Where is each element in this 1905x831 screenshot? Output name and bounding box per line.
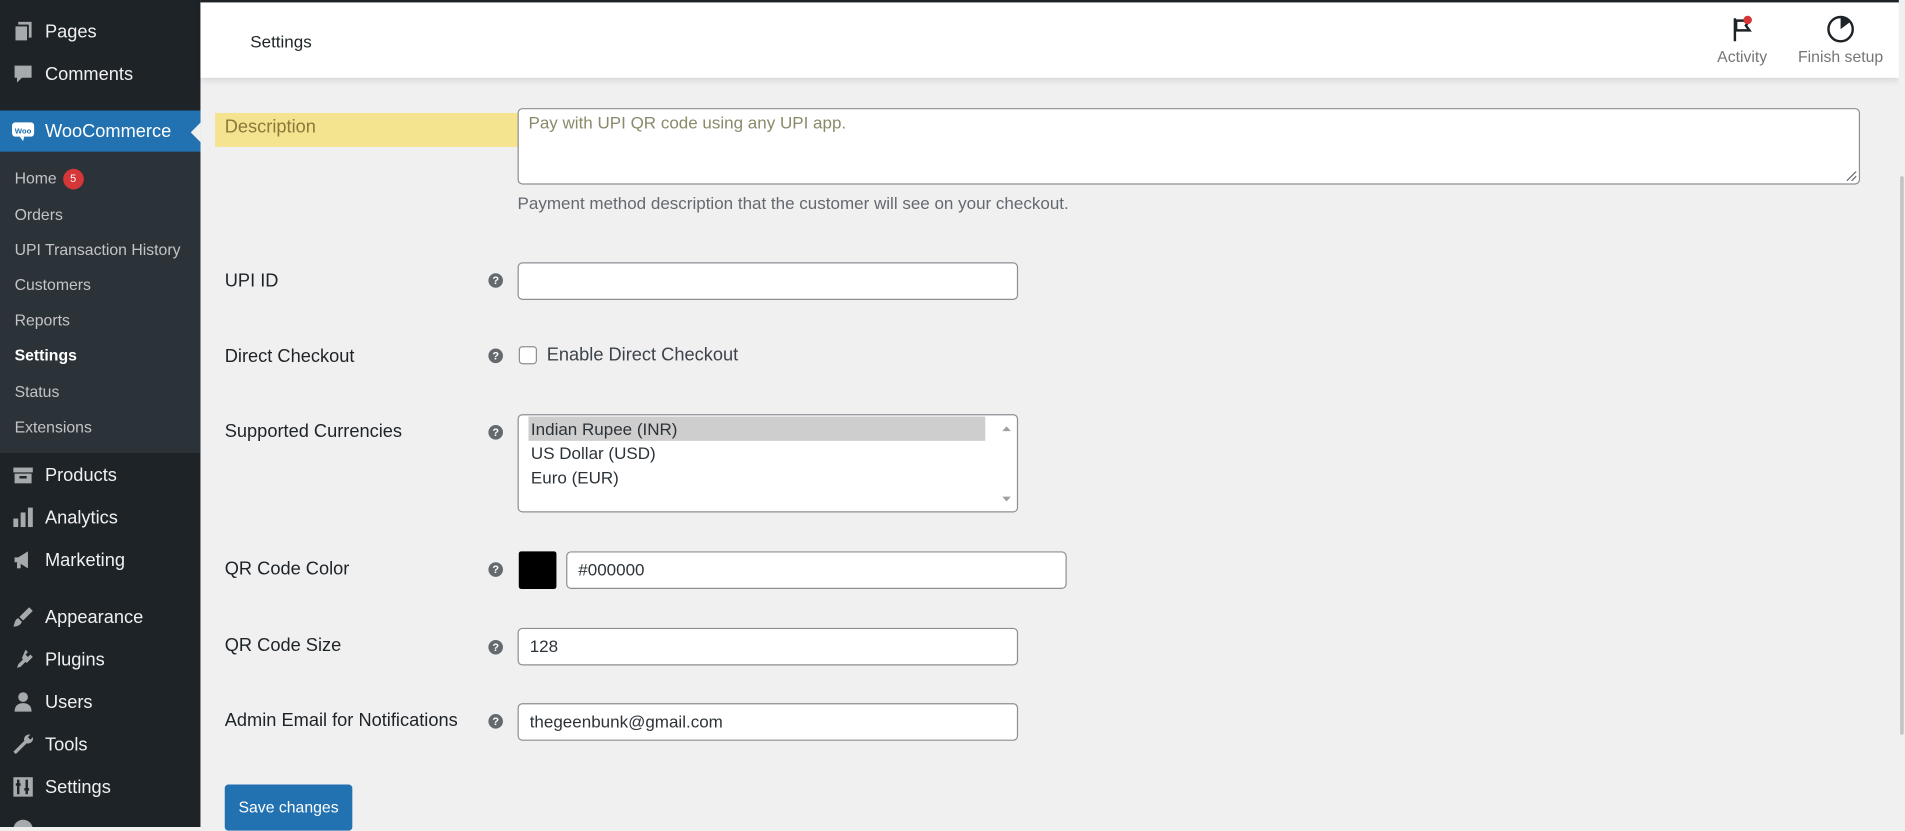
- description-help-text: Payment method description that the cust…: [517, 193, 1069, 213]
- save-changes-button[interactable]: Save changes: [224, 784, 353, 831]
- settings-form: Description Pay with UPI QR code using a…: [200, 78, 1898, 831]
- menu-item-woocommerce[interactable]: Woo WooCommerce: [0, 110, 201, 152]
- direct-checkout-label: Direct Checkout: [224, 346, 355, 367]
- admin-email-label: Admin Email for Notifications: [224, 710, 458, 732]
- menu-label-woocommerce: WooCommerce: [44, 120, 172, 142]
- supported-currencies-select[interactable]: Indian Rupee (INR) US Dollar (USD) Euro …: [517, 414, 1019, 513]
- direct-checkout-checkbox[interactable]: [518, 346, 537, 365]
- supported-currencies-label: Supported Currencies: [224, 421, 403, 443]
- menu-label-users: Users: [44, 691, 93, 713]
- description-value: Pay with UPI QR code using any UPI app.: [528, 112, 847, 133]
- menu-label-marketing: Marketing: [44, 549, 125, 571]
- menu-item-comments[interactable]: Comments: [0, 53, 200, 94]
- currency-option[interactable]: US Dollar (USD): [528, 441, 985, 465]
- activity-button[interactable]: Activity: [1709, 15, 1775, 66]
- qr-color-swatch[interactable]: [518, 551, 557, 589]
- menu-item-settings[interactable]: Settings: [0, 766, 200, 807]
- help-icon[interactable]: ?: [488, 639, 503, 655]
- menu-label-plugins: Plugins: [44, 649, 105, 670]
- menu-label-analytics: Analytics: [44, 507, 118, 528]
- menu-label-appearance: Appearance: [44, 606, 144, 628]
- menu-label-pages: Pages: [44, 21, 97, 42]
- plugins-icon: [11, 647, 35, 671]
- qr-code-color-label: QR Code Color: [224, 558, 350, 580]
- woocommerce-header: Settings Activity Finish setup: [200, 0, 1899, 78]
- page-title: Settings: [250, 31, 312, 52]
- help-icon[interactable]: ?: [488, 348, 503, 364]
- qr-code-color-input[interactable]: #000000: [566, 551, 1067, 589]
- menu-item-appearance[interactable]: Appearance: [0, 596, 200, 637]
- submenu-item-settings[interactable]: Settings: [15, 346, 77, 364]
- menu-item-collapse-partial[interactable]: [0, 809, 200, 827]
- appearance-icon: [11, 605, 35, 629]
- admin-sidebar: Pages Comments Woo WooCommerce Home 5 Ord…: [0, 0, 201, 827]
- collapse-icon: [11, 817, 35, 827]
- currency-option[interactable]: Euro (EUR): [528, 465, 985, 489]
- tools-icon: [11, 732, 35, 756]
- menu-item-analytics[interactable]: Analytics: [0, 497, 200, 538]
- home-count-badge: 5: [62, 168, 84, 190]
- submenu-item-upi-transaction-history[interactable]: UPI Transaction History: [15, 240, 181, 258]
- currency-option[interactable]: Indian Rupee (INR): [528, 416, 986, 441]
- progress-ring-icon: [1827, 15, 1854, 43]
- marketing-icon: [11, 548, 35, 572]
- menu-label-comments: Comments: [44, 63, 134, 85]
- menu-label-settings: Settings: [44, 776, 111, 798]
- menu-label-tools: Tools: [44, 734, 88, 755]
- submenu-item-customers[interactable]: Customers: [15, 276, 91, 294]
- analytics-icon: [11, 505, 35, 529]
- upi-id-input[interactable]: [517, 262, 1019, 300]
- users-icon: [11, 690, 35, 714]
- submenu-item-reports[interactable]: Reports: [15, 311, 70, 329]
- finish-setup-label: Finish setup: [1798, 47, 1884, 66]
- submenu-label-home: Home: [14, 168, 57, 188]
- listbox-scrollbar[interactable]: [996, 415, 1017, 511]
- comments-icon: [11, 62, 35, 86]
- flag-icon: [1733, 18, 1752, 42]
- submenu-item-extensions[interactable]: Extensions: [15, 418, 92, 436]
- help-icon[interactable]: ?: [488, 273, 503, 288]
- menu-item-users[interactable]: Users: [0, 681, 200, 722]
- active-menu-arrow: [190, 122, 201, 143]
- admin-email-input[interactable]: thegeenbunk@gmail.com: [517, 703, 1019, 741]
- help-icon[interactable]: ?: [488, 425, 503, 440]
- resize-grip-icon[interactable]: [1846, 171, 1857, 181]
- submenu-item-status[interactable]: Status: [15, 383, 60, 401]
- qr-code-size-input[interactable]: 128: [517, 627, 1019, 666]
- submenu-item-home[interactable]: Home 5: [14, 168, 84, 190]
- woo-logo-icon: Woo: [11, 119, 35, 143]
- direct-checkout-checkbox-label[interactable]: Enable Direct Checkout: [547, 345, 738, 366]
- menu-item-pages[interactable]: Pages: [0, 11, 200, 52]
- page-scrollbar-thumb[interactable]: [1900, 176, 1904, 735]
- menu-label-products: Products: [44, 464, 117, 486]
- products-icon: [11, 463, 35, 487]
- activity-label: Activity: [1717, 47, 1768, 66]
- menu-item-products[interactable]: Products: [0, 454, 200, 495]
- description-label: Description: [224, 116, 316, 138]
- pages-icon: [11, 19, 35, 43]
- submenu-item-orders[interactable]: Orders: [15, 205, 63, 223]
- help-icon[interactable]: ?: [488, 714, 503, 729]
- woocommerce-submenu: Home 5 Orders UPI Transaction History Cus…: [0, 151, 201, 453]
- qr-code-size-label: QR Code Size: [224, 635, 342, 656]
- upi-id-label: UPI ID: [224, 270, 279, 292]
- activity-notification-dot: [1743, 15, 1752, 25]
- help-icon[interactable]: ?: [488, 562, 503, 577]
- menu-item-marketing[interactable]: Marketing: [0, 539, 200, 580]
- settings-icon: [11, 775, 35, 799]
- finish-setup-button[interactable]: Finish setup: [1794, 15, 1886, 66]
- menu-item-plugins[interactable]: Plugins: [0, 639, 200, 680]
- menu-item-tools[interactable]: Tools: [0, 724, 200, 765]
- woo-logo-text: Woo: [15, 126, 32, 135]
